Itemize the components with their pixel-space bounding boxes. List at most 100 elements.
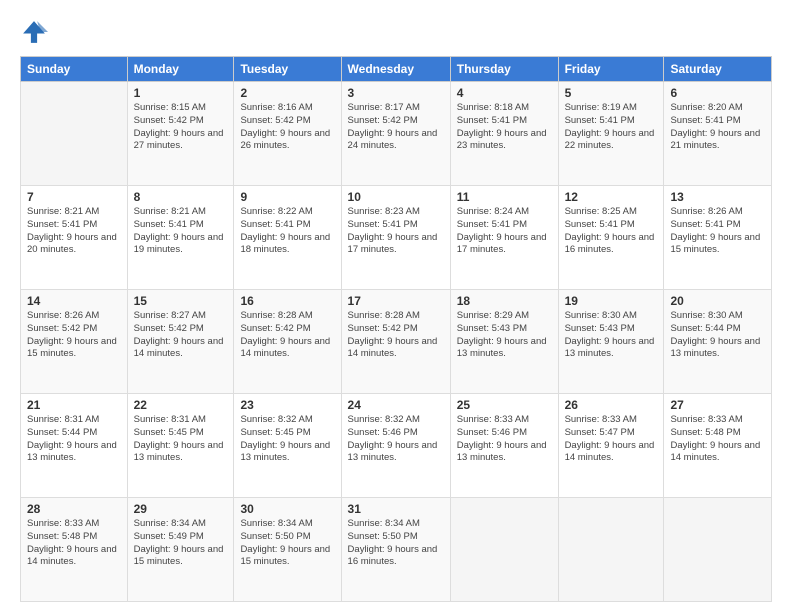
day-number: 26 xyxy=(565,398,658,412)
day-number: 13 xyxy=(670,190,765,204)
day-number: 30 xyxy=(240,502,334,516)
day-number: 23 xyxy=(240,398,334,412)
calendar-cell: 9Sunrise: 8:22 AMSunset: 5:41 PMDaylight… xyxy=(234,186,341,290)
calendar-cell: 30 Sunrise: 8:34 AMSunset: 5:50 PMDayligh… xyxy=(234,498,341,602)
calendar-cell: 6Sunrise: 8:20 AMSunset: 5:41 PMDaylight… xyxy=(664,82,772,186)
day-number: 22 xyxy=(134,398,228,412)
day-number: 17 xyxy=(348,294,444,308)
day-info: Sunrise: 8:17 AMSunset: 5:42 PMDaylight:… xyxy=(348,102,444,153)
day-info: Sunrise: 8:29 AMSunset: 5:43 PMDaylight:… xyxy=(457,310,552,361)
day-info: Sunrise: 8:16 AMSunset: 5:42 PMDaylight:… xyxy=(240,102,334,153)
calendar-cell: 18 Sunrise: 8:29 AMSunset: 5:43 PMDayligh… xyxy=(450,290,558,394)
week-row-4: 21 Sunrise: 8:31 AMSunset: 5:44 PMDayligh… xyxy=(21,394,772,498)
day-info: Sunrise: 8:28 AMSunset: 5:42 PMDaylight:… xyxy=(348,310,444,361)
calendar-cell: 8Sunrise: 8:21 AMSunset: 5:41 PMDaylight… xyxy=(127,186,234,290)
calendar-cell: 15 Sunrise: 8:27 AMSunset: 5:42 PMDayligh… xyxy=(127,290,234,394)
day-info: Sunrise: 8:19 AMSunset: 5:41 PMDaylight:… xyxy=(565,102,658,153)
day-number: 18 xyxy=(457,294,552,308)
calendar-cell: 28Sunrise: 8:33 AMSunset: 5:48 PMDayligh… xyxy=(21,498,128,602)
calendar: SundayMondayTuesdayWednesdayThursdayFrid… xyxy=(20,56,772,602)
calendar-cell xyxy=(450,498,558,602)
day-info: Sunrise: 8:33 AMSunset: 5:48 PMDaylight:… xyxy=(670,414,765,465)
day-info: Sunrise: 8:18 AMSunset: 5:41 PMDaylight:… xyxy=(457,102,552,153)
calendar-cell: 3 Sunrise: 8:17 AMSunset: 5:42 PMDaylight… xyxy=(341,82,450,186)
logo xyxy=(20,18,50,46)
day-info: Sunrise: 8:22 AMSunset: 5:41 PMDaylight:… xyxy=(240,206,334,257)
calendar-cell xyxy=(21,82,128,186)
day-info: Sunrise: 8:31 AMSunset: 5:44 PMDaylight:… xyxy=(27,414,121,465)
day-number: 31 xyxy=(348,502,444,516)
calendar-cell: 24 Sunrise: 8:32 AMSunset: 5:46 PMDayligh… xyxy=(341,394,450,498)
day-number: 1 xyxy=(134,86,228,100)
weekday-header-monday: Monday xyxy=(127,57,234,82)
weekday-header-friday: Friday xyxy=(558,57,664,82)
day-number: 21 xyxy=(27,398,121,412)
calendar-cell: 10 Sunrise: 8:23 AMSunset: 5:41 PMDayligh… xyxy=(341,186,450,290)
day-number: 4 xyxy=(457,86,552,100)
calendar-cell: 14 Sunrise: 8:26 AMSunset: 5:42 PMDayligh… xyxy=(21,290,128,394)
calendar-cell: 25 Sunrise: 8:33 AMSunset: 5:46 PMDayligh… xyxy=(450,394,558,498)
page: SundayMondayTuesdayWednesdayThursdayFrid… xyxy=(0,0,792,612)
day-number: 8 xyxy=(134,190,228,204)
day-info: Sunrise: 8:33 AMSunset: 5:47 PMDaylight:… xyxy=(565,414,658,465)
day-number: 15 xyxy=(134,294,228,308)
day-info: Sunrise: 8:34 AMSunset: 5:50 PMDaylight:… xyxy=(240,518,334,569)
day-info: Sunrise: 8:34 AMSunset: 5:50 PMDaylight:… xyxy=(348,518,444,569)
day-number: 3 xyxy=(348,86,444,100)
calendar-cell: 17 Sunrise: 8:28 AMSunset: 5:42 PMDayligh… xyxy=(341,290,450,394)
day-number: 2 xyxy=(240,86,334,100)
day-info: Sunrise: 8:28 AMSunset: 5:42 PMDaylight:… xyxy=(240,310,334,361)
calendar-cell xyxy=(664,498,772,602)
day-info: Sunrise: 8:23 AMSunset: 5:41 PMDaylight:… xyxy=(348,206,444,257)
weekday-header-wednesday: Wednesday xyxy=(341,57,450,82)
calendar-cell: 2 Sunrise: 8:16 AMSunset: 5:42 PMDaylight… xyxy=(234,82,341,186)
day-info: Sunrise: 8:32 AMSunset: 5:45 PMDaylight:… xyxy=(240,414,334,465)
calendar-cell: 23 Sunrise: 8:32 AMSunset: 5:45 PMDayligh… xyxy=(234,394,341,498)
day-info: Sunrise: 8:32 AMSunset: 5:46 PMDaylight:… xyxy=(348,414,444,465)
day-info: Sunrise: 8:26 AMSunset: 5:42 PMDaylight:… xyxy=(27,310,121,361)
day-info: Sunrise: 8:15 AMSunset: 5:42 PMDaylight:… xyxy=(134,102,228,153)
calendar-cell: 13 Sunrise: 8:26 AMSunset: 5:41 PMDayligh… xyxy=(664,186,772,290)
calendar-cell xyxy=(558,498,664,602)
day-number: 11 xyxy=(457,190,552,204)
calendar-cell: 26 Sunrise: 8:33 AMSunset: 5:47 PMDayligh… xyxy=(558,394,664,498)
day-number: 29 xyxy=(134,502,228,516)
day-info: Sunrise: 8:25 AMSunset: 5:41 PMDaylight:… xyxy=(565,206,658,257)
calendar-cell: 5 Sunrise: 8:19 AMSunset: 5:41 PMDaylight… xyxy=(558,82,664,186)
weekday-header-sunday: Sunday xyxy=(21,57,128,82)
day-number: 24 xyxy=(348,398,444,412)
day-number: 10 xyxy=(348,190,444,204)
week-row-1: 1 Sunrise: 8:15 AMSunset: 5:42 PMDaylight… xyxy=(21,82,772,186)
calendar-cell: 22Sunrise: 8:31 AMSunset: 5:45 PMDayligh… xyxy=(127,394,234,498)
calendar-cell: 4 Sunrise: 8:18 AMSunset: 5:41 PMDaylight… xyxy=(450,82,558,186)
calendar-cell: 16 Sunrise: 8:28 AMSunset: 5:42 PMDayligh… xyxy=(234,290,341,394)
header xyxy=(20,18,772,46)
day-info: Sunrise: 8:30 AMSunset: 5:43 PMDaylight:… xyxy=(565,310,658,361)
day-number: 14 xyxy=(27,294,121,308)
weekday-header-saturday: Saturday xyxy=(664,57,772,82)
day-info: Sunrise: 8:33 AMSunset: 5:46 PMDaylight:… xyxy=(457,414,552,465)
day-number: 7 xyxy=(27,190,121,204)
day-info: Sunrise: 8:34 AMSunset: 5:49 PMDaylight:… xyxy=(134,518,228,569)
calendar-cell: 29 Sunrise: 8:34 AMSunset: 5:49 PMDayligh… xyxy=(127,498,234,602)
day-info: Sunrise: 8:30 AMSunset: 5:44 PMDaylight:… xyxy=(670,310,765,361)
day-number: 16 xyxy=(240,294,334,308)
calendar-cell: 21 Sunrise: 8:31 AMSunset: 5:44 PMDayligh… xyxy=(21,394,128,498)
calendar-cell: 12 Sunrise: 8:25 AMSunset: 5:41 PMDayligh… xyxy=(558,186,664,290)
day-info: Sunrise: 8:27 AMSunset: 5:42 PMDaylight:… xyxy=(134,310,228,361)
calendar-cell: 20Sunrise: 8:30 AMSunset: 5:44 PMDayligh… xyxy=(664,290,772,394)
weekday-header-thursday: Thursday xyxy=(450,57,558,82)
calendar-cell: 11Sunrise: 8:24 AMSunset: 5:41 PMDayligh… xyxy=(450,186,558,290)
day-number: 28 xyxy=(27,502,121,516)
day-number: 12 xyxy=(565,190,658,204)
week-row-5: 28Sunrise: 8:33 AMSunset: 5:48 PMDayligh… xyxy=(21,498,772,602)
day-number: 5 xyxy=(565,86,658,100)
day-number: 25 xyxy=(457,398,552,412)
weekday-header-row: SundayMondayTuesdayWednesdayThursdayFrid… xyxy=(21,57,772,82)
logo-icon xyxy=(20,18,48,46)
day-number: 6 xyxy=(670,86,765,100)
calendar-cell: 27 Sunrise: 8:33 AMSunset: 5:48 PMDayligh… xyxy=(664,394,772,498)
day-number: 27 xyxy=(670,398,765,412)
day-info: Sunrise: 8:26 AMSunset: 5:41 PMDaylight:… xyxy=(670,206,765,257)
weekday-header-tuesday: Tuesday xyxy=(234,57,341,82)
